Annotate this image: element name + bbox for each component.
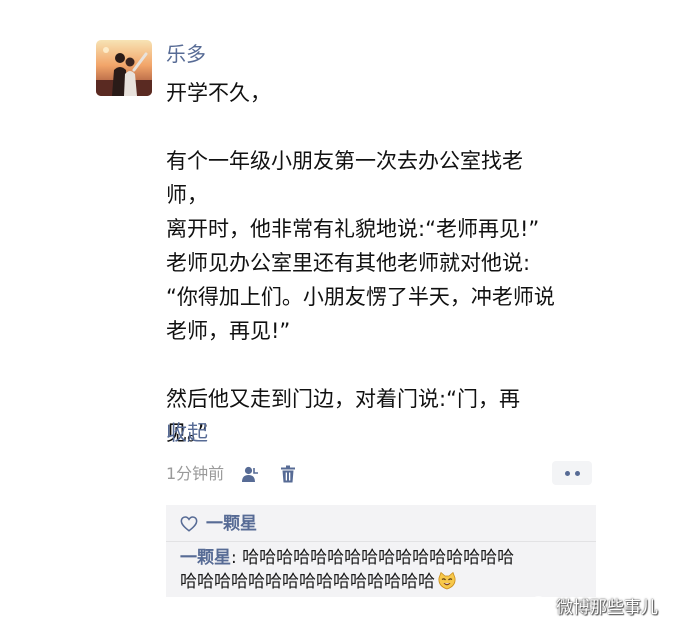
trash-icon[interactable]: [276, 462, 300, 486]
comment-separator: :: [231, 548, 243, 568]
comment-text: 哈哈哈哈哈哈哈哈哈哈哈哈哈哈哈哈: [242, 548, 515, 568]
wechat-icon: [530, 596, 552, 614]
more-dots-icon[interactable]: [552, 461, 592, 485]
comment-line: 一颗星: 哈哈哈哈哈哈哈哈哈哈哈哈哈哈哈哈: [180, 546, 590, 570]
content-blank-line: [166, 348, 606, 382]
content-line: “你得加上们。小朋友愣了半天，冲老师说: [166, 285, 555, 309]
timestamp: 1分钟前: [166, 464, 225, 483]
cat-emoji-icon: [438, 571, 456, 590]
content-line: 老师，再见!”: [166, 319, 291, 343]
likes-row: 一颗星: [180, 511, 257, 537]
divider: [166, 541, 596, 542]
comment-text: 哈哈哈哈哈哈哈哈哈哈哈哈哈哈哈: [180, 572, 435, 592]
content-line: 然后他又走到门边，对着门说:“门，再: [166, 387, 520, 411]
content-line: 离开时，他非常有礼貌地说:“老师再见!”: [166, 217, 540, 241]
content-line: 老师见办公室里还有其他老师就对他说:: [166, 251, 531, 275]
interaction-box: 一颗星 一颗星: 哈哈哈哈哈哈哈哈哈哈哈哈哈哈哈哈 哈哈哈哈哈哈哈哈哈哈哈哈哈哈…: [166, 505, 596, 597]
watermark: 微博那些事儿: [530, 590, 658, 620]
moments-post: 乐多 开学不久， 有个一年级小朋友第一次去办公室找老 师， 离开时，他非常有礼貌…: [0, 0, 690, 634]
collapse-link[interactable]: 收起: [166, 418, 208, 448]
content-line: 开学不久，: [166, 81, 271, 105]
heart-icon: [180, 516, 198, 532]
watermark-text: 微博那些事儿: [556, 597, 658, 618]
content-line: 有个一年级小朋友第一次去办公室找老: [166, 149, 523, 173]
more-dot: [574, 470, 580, 476]
post-content: 开学不久， 有个一年级小朋友第一次去办公室找老 师， 离开时，他非常有礼貌地说:…: [166, 76, 606, 450]
comment-line: 哈哈哈哈哈哈哈哈哈哈哈哈哈哈哈: [180, 570, 590, 594]
comment-item[interactable]: 一颗星: 哈哈哈哈哈哈哈哈哈哈哈哈哈哈哈哈 哈哈哈哈哈哈哈哈哈哈哈哈哈哈哈: [180, 546, 590, 594]
post-meta-row: 1分钟前: [166, 460, 300, 488]
content-line: 师，: [166, 183, 208, 207]
content-blank-line: [166, 110, 606, 144]
person-icon[interactable]: [238, 462, 262, 486]
more-dot: [564, 470, 570, 476]
liker-name[interactable]: 一颗星: [206, 511, 257, 537]
avatar[interactable]: [96, 40, 152, 96]
content-line: 见。”: [166, 421, 209, 445]
avatar-image: [96, 40, 152, 96]
author-name[interactable]: 乐多: [166, 40, 206, 68]
commenter-name[interactable]: 一颗星: [180, 548, 231, 568]
